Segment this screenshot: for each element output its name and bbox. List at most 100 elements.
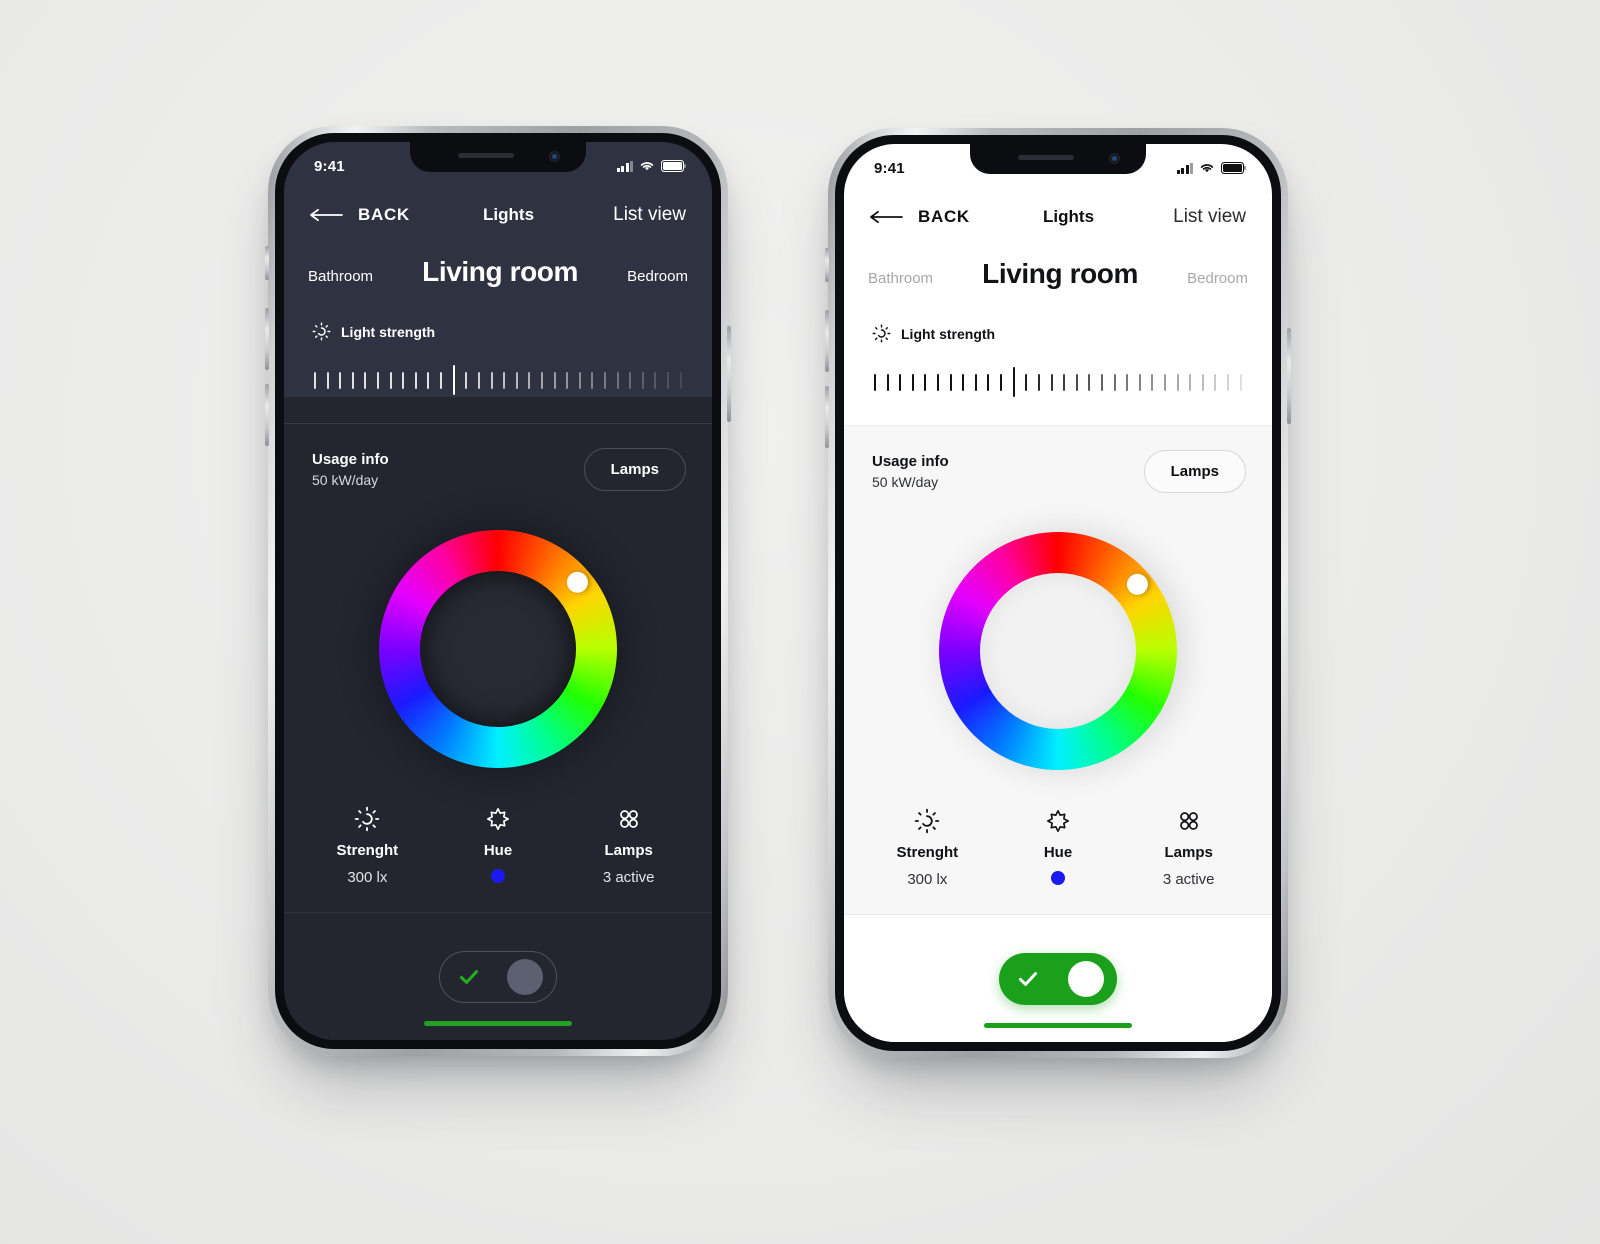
slider-tick: [987, 373, 990, 391]
light-strength-slider[interactable]: [872, 365, 1244, 399]
light-strength-slider[interactable]: [312, 363, 684, 397]
hue-color-dot[interactable]: [491, 869, 505, 883]
lamps-button[interactable]: Lamps: [583, 448, 686, 491]
power-button[interactable]: [1287, 328, 1291, 424]
slider-tick: [389, 371, 392, 389]
slider-tick: [1025, 373, 1028, 391]
volume-down-button[interactable]: [825, 386, 829, 448]
arrow-left-icon: [310, 208, 343, 222]
phone-device-dark: 9:41 BACK Lights List view Bathroom Livi…: [265, 126, 731, 1056]
color-wheel[interactable]: [379, 529, 617, 768]
back-label: BACK: [918, 207, 970, 226]
color-wheel-area: [844, 493, 1272, 808]
slider-tick: [641, 371, 644, 389]
slider-tick: [604, 371, 607, 389]
usage-row: Usage info 50 kW/day Lamps: [284, 424, 712, 491]
phone-bezel: 9:41 BACK Lights List view Bathroom Livi…: [835, 135, 1281, 1051]
color-wheel-center: [980, 572, 1136, 729]
slider-tick: [1151, 373, 1154, 391]
control-lamps[interactable]: Lamps 3 active: [1123, 808, 1254, 888]
footer: [844, 914, 1272, 1042]
slider-tick: [1138, 373, 1141, 391]
power-toggle[interactable]: [999, 952, 1117, 1005]
wifi-icon: [640, 162, 654, 171]
control-hue-label: Hue: [483, 842, 513, 859]
color-wheel[interactable]: [939, 531, 1177, 770]
room-tab-bedroom[interactable]: Bedroom: [627, 268, 688, 285]
control-lamps[interactable]: Lamps 3 active: [563, 806, 694, 886]
control-row: Strenght 300 lx Hue Lamps 3 active: [284, 806, 712, 912]
list-view-button[interactable]: List view: [1173, 206, 1246, 228]
room-tab-bathroom[interactable]: Bathroom: [308, 268, 373, 285]
slider-tick: [962, 373, 965, 391]
lamps-button[interactable]: Lamps: [1143, 450, 1246, 493]
usage-value: 50 kW/day: [872, 474, 939, 490]
back-button[interactable]: BACK: [870, 207, 970, 227]
page-title: Lights: [483, 205, 535, 224]
wifi-icon: [1200, 164, 1214, 173]
power-toggle[interactable]: [439, 950, 557, 1003]
usage-row: Usage info 50 kW/day Lamps: [844, 426, 1272, 493]
check-icon: [460, 969, 478, 984]
control-strength[interactable]: Strenght 300 lx: [302, 806, 433, 886]
control-hue[interactable]: Hue: [433, 806, 564, 886]
arrow-left-icon: [870, 210, 903, 224]
silence-switch[interactable]: [265, 246, 269, 280]
control-lamps-value: 3 active: [1162, 871, 1215, 888]
room-tab-living-room[interactable]: Living room: [422, 256, 578, 288]
screen-light: 9:41 BACK Lights List view Bathroom Livi…: [844, 144, 1272, 1042]
control-strength[interactable]: Strenght 300 lx: [862, 808, 993, 888]
slider-tick: [440, 371, 443, 389]
slider-tick: [874, 373, 876, 391]
usage-info: Usage info 50 kW/day: [872, 453, 949, 490]
back-button[interactable]: BACK: [310, 205, 410, 225]
toggle-knob[interactable]: [1068, 960, 1104, 997]
nav-bar: BACK Lights List view: [844, 192, 1272, 228]
slider-tick: [1037, 373, 1040, 391]
sun-icon: [355, 806, 380, 832]
slider-tick: [924, 373, 927, 391]
power-button[interactable]: [727, 326, 731, 422]
lamps-grid-icon: [1179, 812, 1198, 830]
nav-bar: BACK Lights List view: [284, 190, 712, 226]
slider-tick: [528, 371, 531, 389]
control-hue[interactable]: Hue: [993, 808, 1124, 888]
earpiece-speaker: [458, 153, 514, 158]
room-tab-bedroom[interactable]: Bedroom: [1187, 270, 1248, 287]
screen-dark: 9:41 BACK Lights List view Bathroom Livi…: [284, 142, 712, 1040]
volume-down-button[interactable]: [265, 384, 269, 446]
slider-tick: [1063, 373, 1066, 391]
volume-up-button[interactable]: [265, 308, 269, 370]
sun-icon: [312, 322, 331, 341]
silence-switch[interactable]: [825, 248, 829, 282]
cellular-signal-icon: [1177, 162, 1193, 174]
star-icon: [1047, 810, 1069, 832]
home-indicator[interactable]: [984, 1023, 1132, 1028]
list-view-button[interactable]: List view: [613, 204, 686, 226]
usage-value: 50 kW/day: [312, 472, 379, 488]
home-indicator[interactable]: [424, 1021, 572, 1026]
room-tabs: Bathroom Living room Bedroom: [284, 226, 712, 288]
battery-icon: [1221, 162, 1247, 174]
slider-tick: [654, 371, 657, 389]
slider-tick: [515, 371, 518, 389]
color-wheel-handle[interactable]: [566, 571, 588, 593]
slider-tick: [616, 371, 619, 389]
status-icons: [1177, 162, 1247, 174]
slider-tick: [1075, 373, 1078, 391]
slider-tick: [326, 371, 329, 389]
slider-tick: [1050, 373, 1053, 391]
hue-color-dot[interactable]: [1051, 871, 1065, 885]
toggle-knob[interactable]: [507, 958, 543, 995]
light-strength-label: Light strength: [901, 325, 996, 342]
color-wheel-handle[interactable]: [1126, 573, 1148, 595]
slider-tick: [911, 373, 914, 391]
volume-up-button[interactable]: [825, 310, 829, 372]
slider-tick: [937, 373, 940, 391]
light-strength-section: Light strength: [284, 288, 712, 397]
slider-tick: [899, 373, 902, 391]
sun-icon: [915, 808, 940, 834]
light-strength-section: Light strength: [844, 290, 1272, 399]
room-tab-living-room[interactable]: Living room: [982, 258, 1138, 290]
room-tab-bathroom[interactable]: Bathroom: [868, 270, 933, 287]
